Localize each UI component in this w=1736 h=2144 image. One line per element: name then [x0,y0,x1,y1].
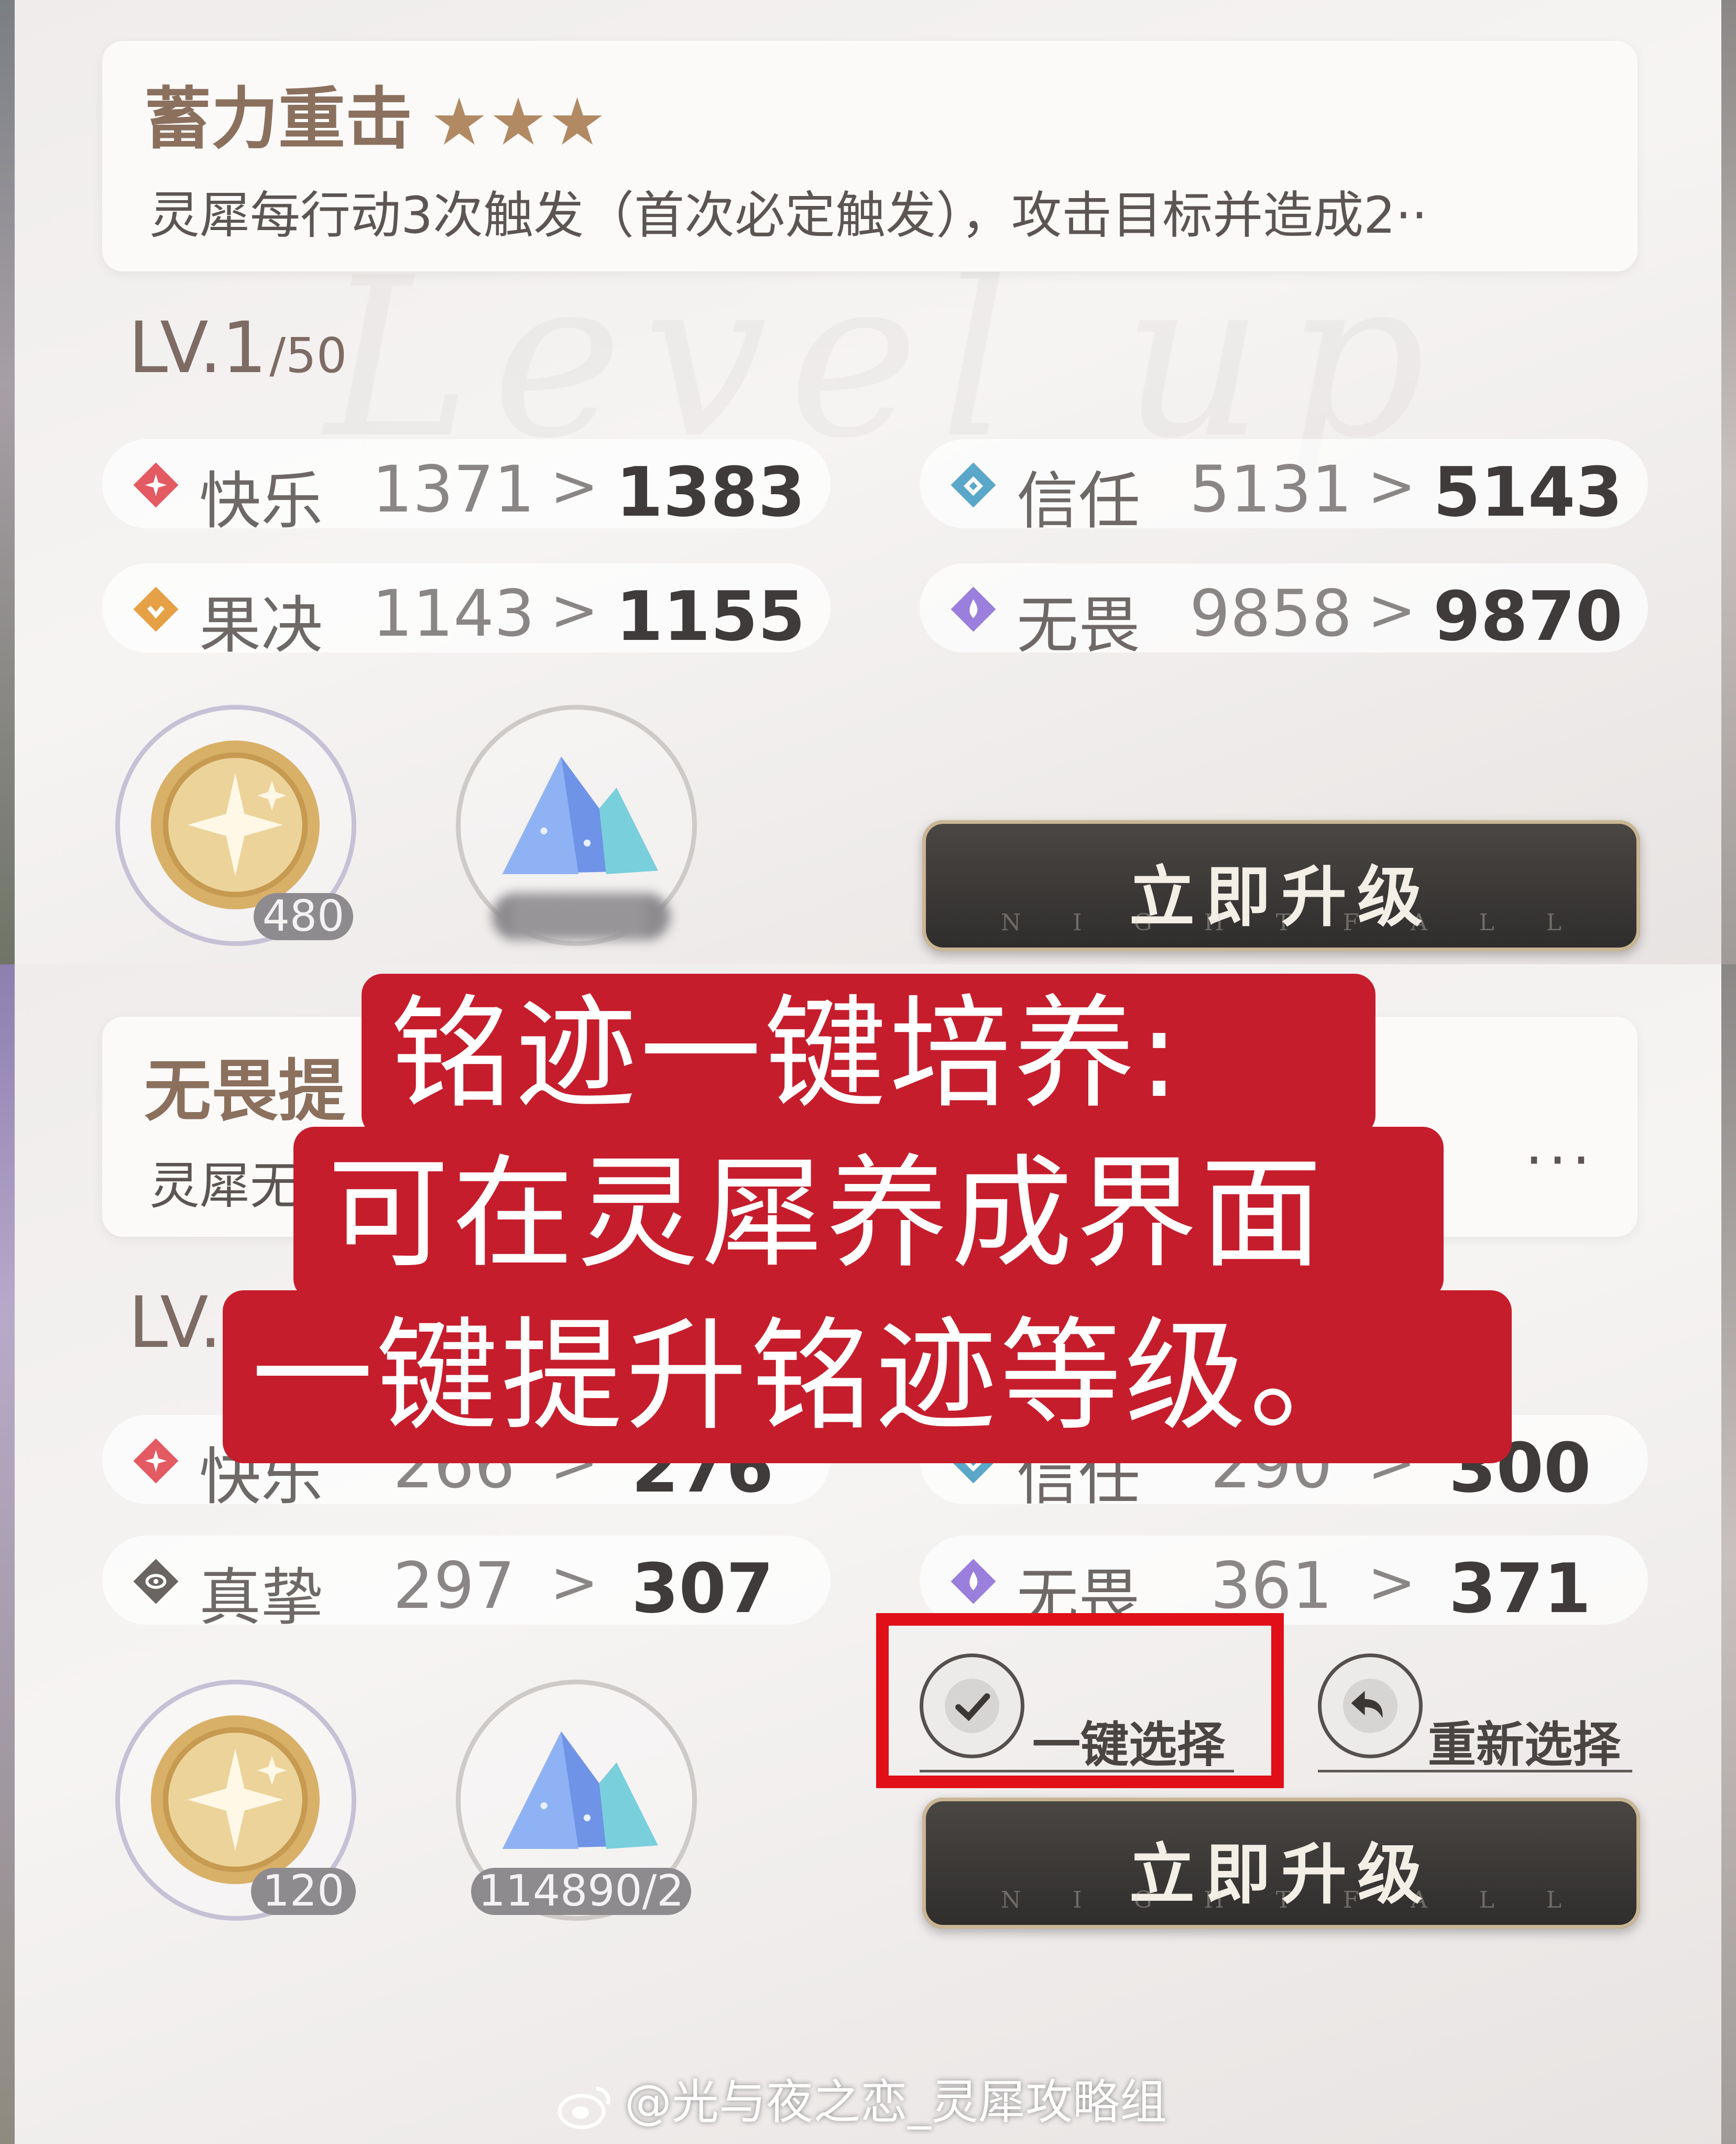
resource-count-blurred: ░░░░ [492,893,670,940]
level-max: /50 [269,328,347,384]
nightfall-watermark: NIGHTFALL [1001,909,1562,936]
stat-old-value: 5131 [1189,452,1352,527]
arrow-icon: > [1368,452,1416,519]
star-rating: ★★★ [433,88,610,156]
banner-line-3: 一键提升铭迹等级。 [252,1305,1374,1447]
stat-name: 快乐 [199,465,323,537]
stat-fearless: 无畏 361 > 371 [920,1536,1648,1634]
stat-new-value: 371 [1449,1549,1591,1628]
skill-description: 灵犀每行动3次触发（首次必定触发），攻击目标并造成2·· [149,186,1428,245]
trust-icon [951,462,996,508]
fearless-icon [951,1559,996,1604]
stat-decisiveness: 果决 1143 > 1155 [102,563,831,661]
highlight-box [876,1613,1284,1788]
stat-name: 真挚 [199,1561,323,1634]
stat-old-value: 1371 [372,452,535,527]
stat-new-value: 307 [631,1549,774,1628]
resource-count: 480 [254,893,353,940]
underline [1318,1770,1632,1772]
stat-old-value: 361 [1210,1549,1333,1623]
stat-happiness: 快乐 1371 > 1383 [102,439,831,537]
stat-name: 信任 [1017,465,1141,537]
gold-coin-icon [151,741,320,909]
banner-line-1: 铭迹一键培养: [390,983,1183,1125]
resource-slot-crystal[interactable]: 114890/2 [456,1680,697,1921]
top-panel: Level up 蓄力重击 ★★★ 灵犀每行动3次触发（首次必定触发），攻击目标并… [0,0,1736,964]
left-edge-strip [0,0,15,964]
stat-old-value: 9858 [1189,576,1352,651]
decisiveness-icon [133,586,179,632]
resource-slot-coin[interactable]: 480 [115,705,356,946]
happiness-icon [133,1438,179,1484]
stat-trust: 信任 5131 > 5143 [920,439,1648,537]
stat-sincerity: 真挚 297 > 307 [102,1536,831,1634]
arrow-icon: > [1368,576,1416,644]
upgrade-now-button[interactable]: 立即升级 NIGHTFALL [922,1798,1640,1929]
arrow-icon: > [550,452,599,519]
blue-crystal-icon [502,1731,658,1849]
banner-line-2: 可在灵犀养成界面 [327,1143,1326,1285]
nightfall-watermark: NIGHTFALL [1001,1887,1562,1913]
skill-title: 蓄力重击 ★★★ [144,64,610,161]
reselect-label: 重新选择 [1428,1716,1621,1773]
level-current: LV.1 [128,307,267,389]
more-icon[interactable]: ··· [1525,1127,1596,1194]
sincerity-icon [133,1559,179,1604]
stat-old-value: 1143 [372,576,535,651]
right-edge-strip [1721,964,1736,2144]
skill-name: 无畏提 [144,1052,346,1130]
arrow-icon: > [550,1549,599,1616]
weibo-watermark: @光与夜之恋_灵犀攻略组 [555,2064,1167,2132]
resource-slot-crystal[interactable]: ░░░░ [456,705,697,946]
skill-name: 蓄力重击 [144,80,413,158]
arrow-icon: > [550,576,599,644]
stat-new-value: 5143 [1433,452,1623,532]
undo-icon [1318,1653,1423,1758]
resource-count: 114890/2 [471,1868,691,1915]
right-edge-strip [1721,0,1736,964]
gold-coin-icon [151,1715,320,1884]
reselect-button[interactable]: 重新选择 [1318,1653,1632,1779]
stat-new-value: 1155 [616,576,805,656]
level-current: LV. [128,1281,222,1364]
arrow-icon: > [1368,1549,1416,1616]
stat-new-value: 9870 [1433,576,1623,656]
upgrade-now-button[interactable]: 立即升级 NIGHTFALL [922,820,1640,951]
skill-card: 蓄力重击 ★★★ 灵犀每行动3次触发（首次必定触发），攻击目标并造成2·· [102,41,1637,271]
happiness-icon [133,462,179,508]
resource-slot-coin[interactable]: 120 [115,1680,356,1921]
stat-new-value: 1383 [616,452,805,532]
watermark-text: @光与夜之恋_灵犀攻略组 [625,2075,1167,2130]
left-edge-strip [0,964,15,2144]
resource-count: 120 [251,1868,356,1915]
stat-fearless: 无畏 9858 > 9870 [920,563,1648,661]
stat-name: 无畏 [1017,589,1141,661]
blue-crystal-icon [502,756,658,874]
stat-name: 果决 [199,589,323,661]
stat-old-value: 297 [393,1549,515,1623]
level-display: LV. [128,1281,222,1364]
level-display: LV.1 /50 [128,307,347,389]
weibo-icon [558,2086,610,2129]
fearless-icon [951,586,996,632]
